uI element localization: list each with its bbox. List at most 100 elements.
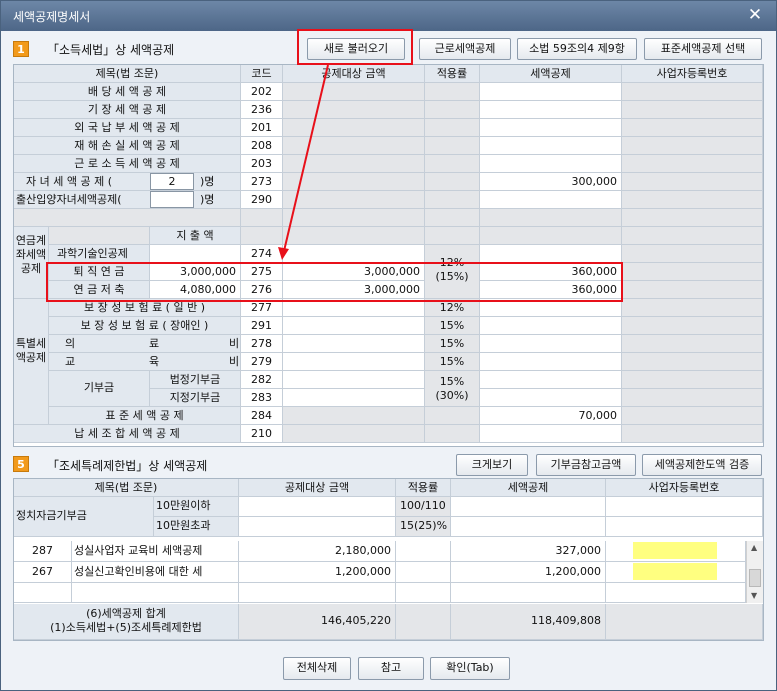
col-header-item: 제목(법 조문) (14, 65, 241, 83)
bizno-cell (622, 155, 763, 173)
political-target1-input[interactable] (239, 497, 396, 517)
target-cell (283, 83, 425, 101)
target-cell (283, 101, 425, 119)
credit-input[interactable] (480, 425, 622, 443)
birth-count-input[interactable] (150, 191, 194, 208)
bizno-cell (622, 191, 763, 209)
bizno-cell (606, 497, 763, 517)
medical-label-c: 비 (229, 337, 240, 350)
row-label-disaster-loss: 재 해 손 실 세 액 공 제 (14, 137, 241, 155)
reference-button[interactable]: 참고 (358, 657, 424, 680)
enlarge-button[interactable]: 크게보기 (456, 454, 528, 476)
limit-check-button[interactable]: 세액공제한도액 검증 (642, 454, 762, 476)
list-row-1-code: 267 (14, 562, 72, 583)
target-input[interactable] (283, 353, 425, 371)
bizno-highlight (633, 563, 717, 580)
birth-label: 출산입양자녀세액공제( (16, 193, 122, 206)
credit-input[interactable] (480, 137, 622, 155)
col-header-code: 코드 (241, 65, 283, 83)
donation-label: 기부금 (49, 371, 150, 407)
rate-cell (425, 101, 480, 119)
standard-credit-select-button[interactable]: 표준세액공제 선택 (644, 38, 762, 60)
education-label: 교 육 비 (49, 353, 241, 371)
empty-cell (241, 209, 283, 227)
total-credit: 118,409,808 (451, 604, 606, 640)
donation-rate: 15% (439, 375, 465, 388)
bizno-cell (622, 281, 763, 299)
rate-cell (425, 83, 480, 101)
target-input[interactable] (283, 317, 425, 335)
bizno-highlight (633, 542, 717, 559)
earned-income-credit-button[interactable]: 근로세액공제 (419, 38, 511, 60)
pension-group-label: 연금계좌세액공제 (14, 227, 49, 299)
row-label-birth-adoption: 출산입양자녀세액공제( )명 (14, 191, 241, 209)
col-header-bizno: 사업자등록번호 (622, 65, 763, 83)
ins-disabled-label: 보 장 성 보 험 료 ( 장애인 ) (49, 317, 241, 335)
bizno-cell (622, 299, 763, 317)
code-cell: 284 (241, 407, 283, 425)
political-target2-input[interactable] (239, 517, 396, 537)
rate-cell: 15% (425, 353, 480, 371)
donation-ref-button[interactable]: 기부금참고금액 (536, 454, 636, 476)
confirm-button[interactable]: 확인(Tab) (430, 657, 510, 680)
tech-label: 과학기술인공제 (49, 245, 150, 263)
target-cell (283, 245, 425, 263)
credit-input[interactable] (480, 155, 622, 173)
close-icon[interactable]: ✕ (746, 6, 764, 24)
bizno-cell (622, 137, 763, 155)
tech-expense-input[interactable] (150, 245, 241, 263)
bizno-cell (622, 119, 763, 137)
credit-input[interactable] (480, 101, 622, 119)
target-input[interactable] (283, 389, 425, 407)
list-row-0-bizno[interactable] (606, 541, 746, 562)
credit-cell (480, 371, 622, 389)
political-sub2: 10만원초과 (154, 517, 239, 537)
col-header-rate: 적용률 (396, 479, 451, 497)
credit-cell (480, 389, 622, 407)
list-row-1-bizno[interactable] (606, 562, 746, 583)
row-label-bookkeeping: 기 장 세 액 공 제 (14, 101, 241, 119)
scroll-down-icon[interactable]: ▼ (751, 591, 757, 600)
bizno-cell (622, 317, 763, 335)
education-label-c: 비 (229, 355, 240, 368)
credit-input[interactable] (480, 119, 622, 137)
delete-all-button[interactable]: 전체삭제 (283, 657, 351, 680)
target-cell (283, 173, 425, 191)
code-cell: 203 (241, 155, 283, 173)
list-row-0-target: 2,180,000 (239, 541, 396, 562)
child-credit-input[interactable]: 300,000 (480, 173, 622, 191)
child-count-input[interactable]: 2 (150, 173, 194, 190)
section-5-table: 제목(법 조문) 공제대상 금액 적용률 세액공제 사업자등록번호 정치자금기부… (13, 478, 764, 641)
target-input[interactable] (283, 371, 425, 389)
code-cell: 279 (241, 353, 283, 371)
target-input[interactable] (283, 335, 425, 353)
scroll-thumb[interactable] (749, 569, 761, 587)
code-cell: 202 (241, 83, 283, 101)
bizno-cell (622, 425, 763, 443)
code-cell: 282 (241, 371, 283, 389)
political-credit1 (451, 497, 606, 517)
code-cell: 208 (241, 137, 283, 155)
scroll-up-icon[interactable]: ▲ (751, 543, 757, 552)
article-59-button[interactable]: 소법 59조의4 제9항 (517, 38, 637, 60)
credit-input[interactable] (480, 191, 622, 209)
col-header-rate: 적용률 (425, 65, 480, 83)
target-cell (283, 155, 425, 173)
empty-cell (622, 209, 763, 227)
total-bizno (606, 604, 763, 640)
donation-rate-cell: 15% (30%) (425, 371, 480, 407)
empty-cell (396, 583, 451, 603)
code-cell: 290 (241, 191, 283, 209)
tax-union-label: 납 세 조 합 세 액 공 제 (14, 425, 241, 443)
col-header-credit: 세액공제 (480, 65, 622, 83)
list-row-0-rate (396, 541, 451, 562)
credit-input[interactable] (480, 83, 622, 101)
code-cell: 201 (241, 119, 283, 137)
section-1-title: 「소득세법」상 세액공제 (47, 43, 175, 57)
empty-cell (49, 227, 150, 245)
bizno-cell (622, 407, 763, 425)
education-label-b: 육 (149, 355, 160, 368)
total-label-line1: (6)세액공제 합계 (86, 607, 166, 620)
list-scrollbar[interactable]: ▲ ▼ (746, 541, 763, 603)
target-cell (283, 191, 425, 209)
